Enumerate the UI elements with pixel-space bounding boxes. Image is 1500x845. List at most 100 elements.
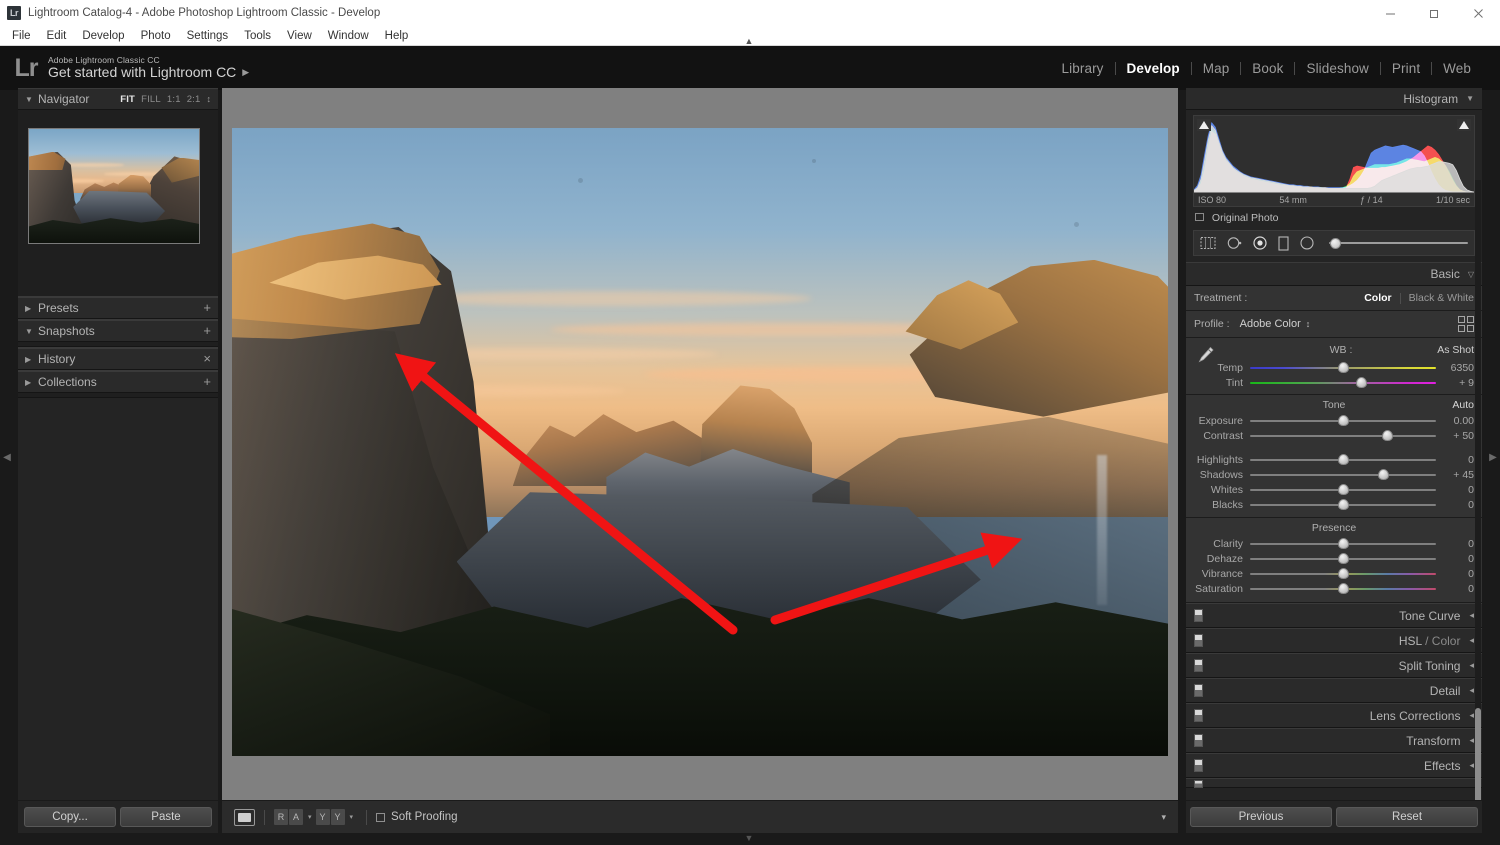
zoom-option-fill[interactable]: FILL [141,94,161,105]
dehaze-value[interactable]: 0 [1436,553,1474,565]
split-toning-disclosure-icon[interactable]: ◂ [1469,660,1474,671]
zoom-option-fit[interactable]: FIT [120,94,135,105]
radial-filter-icon[interactable] [1300,236,1314,250]
contrast-knob[interactable] [1382,429,1394,441]
zoom-stepper-icon[interactable]: ↕ [207,95,212,104]
module-develop[interactable]: Develop [1116,61,1191,76]
exposure-knob[interactable] [1337,414,1349,426]
contrast-track[interactable] [1250,434,1436,437]
module-web[interactable]: Web [1432,61,1482,76]
loupe-view-icon[interactable] [234,808,255,826]
next-panel-enable-icon[interactable] [1194,780,1203,788]
brush-slider-knob[interactable] [1330,238,1341,249]
history-disclosure-icon[interactable]: ▶ [25,355,38,364]
slider-whites[interactable]: Whites 0 [1194,482,1474,497]
module-map[interactable]: Map [1192,61,1241,76]
detail-enable-icon[interactable] [1194,684,1203,697]
vibrance-knob[interactable] [1337,567,1349,579]
treatment-color-option[interactable]: Color [1364,292,1391,304]
whites-knob[interactable] [1337,483,1349,495]
temp-value[interactable]: 6350 [1436,362,1474,374]
lens-corrections-disclosure-icon[interactable]: ◂ [1469,710,1474,721]
lens-corrections-enable-icon[interactable] [1194,709,1203,722]
crop-overlay-icon[interactable] [1200,236,1216,250]
menu-photo[interactable]: Photo [133,27,179,45]
histogram-header[interactable]: Histogram ▼ [1186,88,1482,110]
blacks-knob[interactable] [1337,498,1349,510]
slider-clarity[interactable]: Clarity 0 [1194,536,1474,551]
image-canvas[interactable] [222,88,1178,800]
menu-window[interactable]: Window [320,27,377,45]
copy-button[interactable]: Copy... [24,807,116,827]
slider-vibrance[interactable]: Vibrance 0 [1194,566,1474,581]
sidebar-item-snapshots[interactable]: ▼ Snapshots + [18,320,218,342]
original-photo-checkbox[interactable] [1195,213,1204,221]
zoom-option-2-1[interactable]: 2:1 [187,94,201,105]
panel-detail[interactable]: Detail ◂ [1186,678,1482,703]
shadow-clipping-icon[interactable] [1197,119,1211,131]
module-library[interactable]: Library [1051,61,1115,76]
copy-settings-caret-icon[interactable]: ▾ [350,813,354,821]
maximize-button[interactable] [1412,0,1456,26]
menu-develop[interactable]: Develop [74,27,132,45]
detail-disclosure-icon[interactable]: ◂ [1469,685,1474,696]
snapshots-disclosure-icon[interactable]: ▼ [25,327,38,336]
panel-lens-corrections[interactable]: Lens Corrections ◂ [1186,703,1482,728]
shadows-track[interactable] [1250,473,1436,476]
treatment-bw-option[interactable]: Black & White [1409,292,1474,304]
menu-help[interactable]: Help [377,27,417,45]
minimize-button[interactable] [1368,0,1412,26]
navigator-thumbnail[interactable] [28,128,200,244]
identity-plate[interactable]: Adobe Lightroom Classic CC Get started w… [48,56,249,80]
right-panel-scrollbar[interactable] [1475,708,1481,800]
slider-dehaze[interactable]: Dehaze 0 [1194,551,1474,566]
slider-blacks[interactable]: Blacks 0 [1194,497,1474,512]
menu-view[interactable]: View [279,27,320,45]
menu-edit[interactable]: Edit [39,27,75,45]
zoom-option-1-1[interactable]: 1:1 [167,94,181,105]
panel-split-toning[interactable]: Split Toning ◂ [1186,653,1482,678]
presets-disclosure-icon[interactable]: ▶ [25,304,38,313]
transform-disclosure-icon[interactable]: ◂ [1469,735,1474,746]
tint-value[interactable]: + 9 [1436,377,1474,389]
effects-disclosure-icon[interactable]: ◂ [1469,760,1474,771]
basic-panel-header[interactable]: Basic ▽ [1186,262,1482,286]
navigator-preview[interactable] [18,110,218,296]
soft-proofing-checkbox[interactable] [376,812,386,822]
right-panel-scroll-track[interactable] [1475,180,1481,800]
spot-removal-icon[interactable] [1227,236,1242,250]
profile-value[interactable]: Adobe Color [1240,318,1301,330]
slider-shadows[interactable]: Shadows + 45 [1194,467,1474,482]
show-right-panel-arrow[interactable]: ▶ [1488,452,1498,463]
highlight-clipping-icon[interactable] [1457,119,1471,131]
toolbar-options-caret-icon[interactable]: ▾ [1161,812,1166,823]
clear-history-icon[interactable]: × [203,352,211,365]
add-collection-icon[interactable]: + [203,375,211,388]
sidebar-item-history[interactable]: ▶ History × [18,348,218,370]
temp-knob[interactable] [1337,361,1349,373]
module-book[interactable]: Book [1241,61,1294,76]
histogram-chart[interactable]: ISO 80 54 mm ƒ / 14 1/10 sec [1193,115,1475,207]
whites-value[interactable]: 0 [1436,484,1474,496]
saturation-knob[interactable] [1337,582,1349,594]
highlights-value[interactable]: 0 [1436,454,1474,466]
before-after-caret-icon[interactable]: ▾ [308,813,312,821]
shadows-knob[interactable] [1378,468,1390,480]
exposure-value[interactable]: 0.00 [1436,415,1474,427]
slider-temp[interactable]: Temp 6350 [1194,360,1474,375]
previous-button[interactable]: Previous [1190,807,1332,827]
sidebar-item-collections[interactable]: ▶ Collections + [18,371,218,393]
navigator-disclosure-icon[interactable]: ▼ [25,95,38,104]
slider-contrast[interactable]: Contrast + 50 [1194,428,1474,443]
adjustment-brush-slider[interactable] [1329,238,1468,249]
vibrance-value[interactable]: 0 [1436,568,1474,580]
tone-curve-enable-icon[interactable] [1194,609,1203,622]
panel-tone-curve[interactable]: Tone Curve ◂ [1186,603,1482,628]
tint-knob[interactable] [1356,376,1368,388]
dehaze-knob[interactable] [1337,552,1349,564]
module-print[interactable]: Print [1381,61,1431,76]
paste-button[interactable]: Paste [120,807,212,827]
graduated-filter-icon[interactable] [1278,235,1289,251]
clarity-knob[interactable] [1337,537,1349,549]
tint-track[interactable] [1250,381,1436,384]
